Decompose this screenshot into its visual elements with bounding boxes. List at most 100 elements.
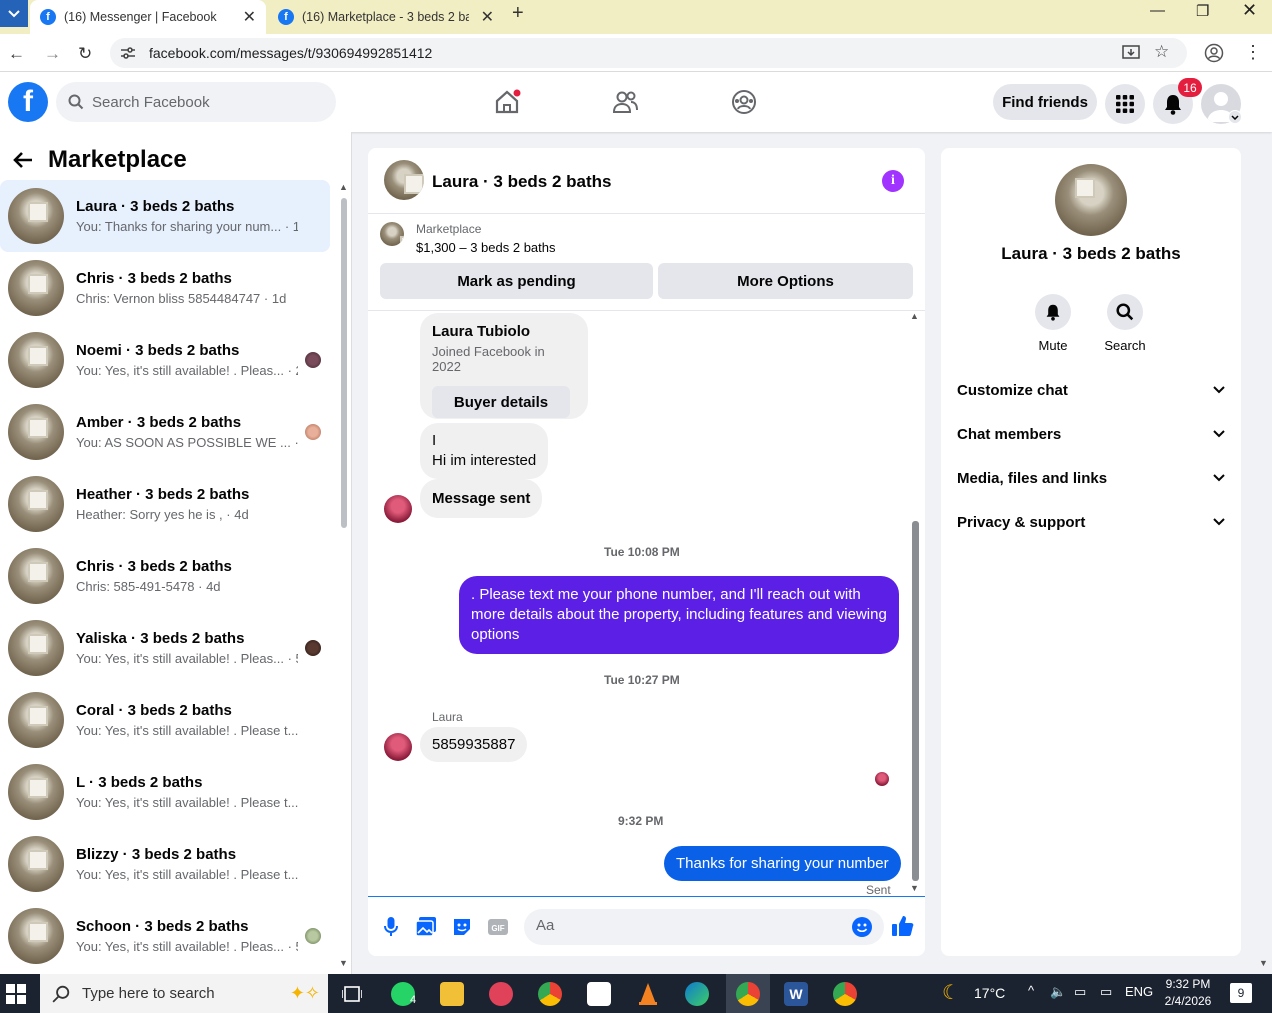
install-app-icon[interactable] <box>1122 45 1140 61</box>
forward-arrow-icon[interactable]: → <box>44 44 61 64</box>
find-friends-button[interactable]: Find friends <box>993 84 1097 120</box>
chat-avatar[interactable] <box>384 160 424 200</box>
camera-icon[interactable]: ▭ <box>1074 984 1086 1000</box>
photo-icon[interactable] <box>416 917 436 937</box>
scrollbar[interactable] <box>341 198 347 528</box>
vlc-icon[interactable] <box>636 982 660 1006</box>
privacy-support-row[interactable]: Privacy & support <box>957 504 1225 540</box>
listing-price-title[interactable]: $1,300 – 3 beds 2 baths <box>416 240 556 255</box>
chat-title[interactable]: Laura · 3 beds 2 baths <box>432 172 612 192</box>
back-arrow-icon[interactable] <box>12 151 34 169</box>
more-options-button[interactable]: More Options <box>658 263 913 299</box>
conversation-item[interactable]: L · 3 beds 2 baths You: Yes, it's still a… <box>0 756 330 828</box>
conversation-item[interactable]: Laura · 3 beds 2 baths You: Thanks for sh… <box>0 180 330 252</box>
groups-icon[interactable] <box>730 88 758 116</box>
mute-button[interactable]: Mute <box>1023 294 1083 353</box>
close-icon[interactable]: ✕ <box>481 7 494 27</box>
menu-dots-icon[interactable]: ⋮ <box>1244 42 1262 63</box>
tab-messenger[interactable]: f (16) Messenger | Facebook ✕ <box>30 0 266 34</box>
scroll-up-icon[interactable]: ▲ <box>339 182 348 192</box>
mark-as-pending-button[interactable]: Mark as pending <box>380 263 653 299</box>
scrollbar[interactable] <box>912 521 919 881</box>
customize-chat-row[interactable]: Customize chat <box>957 372 1225 408</box>
clock[interactable]: 9:32 PM 2/4/2026 <box>1160 976 1216 1010</box>
chat-details-panel: Laura · 3 beds 2 baths Mute Search Custo… <box>941 148 1241 956</box>
facebook-logo[interactable]: f <box>8 82 48 122</box>
chrome-icon[interactable] <box>736 982 760 1006</box>
sparkle-icon: ✦✧ <box>289 983 320 1003</box>
account-chevron-icon[interactable] <box>1228 110 1242 124</box>
edge-icon[interactable] <box>685 982 709 1006</box>
task-view-icon[interactable] <box>342 984 362 1004</box>
like-thumb-icon[interactable] <box>892 915 914 937</box>
network-icon[interactable]: ▭ <box>1100 984 1112 1000</box>
taskbar-search[interactable]: Type here to search ✦✧ <box>40 974 328 1013</box>
page-scroll-down-icon[interactable]: ▼ <box>1259 958 1268 968</box>
weather-moon-icon[interactable]: ☾ <box>942 980 960 1005</box>
temperature[interactable]: 17°C <box>974 985 1005 1001</box>
conversation-item[interactable]: Blizzy · 3 beds 2 baths You: Yes, it's st… <box>0 828 330 900</box>
listing-thumbnail <box>8 548 64 604</box>
capcut-icon[interactable] <box>587 982 611 1006</box>
language-indicator[interactable]: ENG <box>1125 984 1153 999</box>
conversation-item[interactable]: Noemi · 3 beds 2 baths You: Yes, it's sti… <box>0 324 330 396</box>
conversation-name: Chris · 3 beds 2 baths <box>76 558 232 575</box>
reload-icon[interactable]: ↻ <box>78 44 92 64</box>
url-field[interactable]: facebook.com/messages/t/930694992851412 … <box>110 38 1187 68</box>
chat-members-row[interactable]: Chat members <box>957 416 1225 452</box>
conversation-name: Schoon · 3 beds 2 baths <box>76 918 249 935</box>
sender-avatar[interactable] <box>384 733 412 761</box>
marketplace-label: Marketplace <box>416 222 482 236</box>
conversation-item[interactable]: Yaliska · 3 beds 2 baths You: Yes, it's s… <box>0 612 330 684</box>
conversation-item[interactable]: Schoon · 3 beds 2 baths You: Yes, it's st… <box>0 900 330 972</box>
tab-marketplace[interactable]: f (16) Marketplace - 3 beds 2 bat ✕ <box>268 0 504 34</box>
scroll-down-icon[interactable]: ▼ <box>339 958 348 968</box>
bookmark-star-icon[interactable]: ☆ <box>1154 42 1169 62</box>
volume-icon[interactable]: 🔈 <box>1050 984 1066 1000</box>
conversation-item[interactable]: Chris · 3 beds 2 baths Chris: 585-491-547… <box>0 540 330 612</box>
tray-chevron-icon[interactable]: ^ <box>1028 983 1034 998</box>
restore-icon[interactable]: ❐ <box>1196 2 1209 22</box>
tab-search-button[interactable] <box>0 0 28 27</box>
sender-avatar[interactable] <box>384 495 412 523</box>
scroll-down-icon[interactable]: ▼ <box>910 883 919 893</box>
back-arrow-icon[interactable]: ← <box>8 44 25 64</box>
close-window-icon[interactable]: ✕ <box>1242 0 1257 20</box>
mute-label: Mute <box>1038 338 1068 353</box>
conversation-item[interactable]: Heather · 3 beds 2 baths Heather: Sorry y… <box>0 468 330 540</box>
home-icon[interactable] <box>493 88 521 116</box>
close-icon[interactable]: ✕ <box>243 7 256 27</box>
microphone-icon[interactable] <box>384 917 398 937</box>
conversation-item[interactable]: Amber · 3 beds 2 baths You: AS SOON AS PO… <box>0 396 330 468</box>
minimize-icon[interactable]: — <box>1150 2 1165 22</box>
chrome-icon[interactable] <box>833 982 857 1006</box>
facebook-search[interactable]: Search Facebook <box>56 82 336 122</box>
app-icon[interactable] <box>489 982 513 1006</box>
conversation-item[interactable]: Chris · 3 beds 2 baths Chris: Vernon blis… <box>0 252 330 324</box>
sticker-icon[interactable] <box>452 917 472 937</box>
buyer-details-button[interactable]: Buyer details <box>432 386 570 418</box>
chrome-icon[interactable] <box>538 982 562 1006</box>
site-info-icon[interactable] <box>120 46 136 60</box>
profile-avatar[interactable] <box>1055 164 1127 236</box>
media-files-links-row[interactable]: Media, files and links <box>957 460 1225 496</box>
emoji-icon[interactable] <box>852 917 872 937</box>
taskbar-search-placeholder: Type here to search <box>82 985 215 1002</box>
conversation-list-panel: Marketplace Laura · 3 beds 2 baths You: T… <box>0 132 352 974</box>
friends-icon[interactable] <box>611 88 639 116</box>
menu-grid-button[interactable] <box>1105 84 1145 124</box>
file-explorer-icon[interactable] <box>440 982 464 1006</box>
profile-icon[interactable] <box>1204 43 1224 63</box>
word-icon[interactable]: W <box>784 982 808 1006</box>
incoming-message: Message sent <box>420 479 543 518</box>
conversation-snippet: You: Yes, it's still available! . Please… <box>76 795 298 810</box>
scroll-up-icon[interactable]: ▲ <box>910 311 919 321</box>
gif-icon[interactable]: GIF <box>488 917 508 937</box>
conversation-item[interactable]: Coral · 3 beds 2 baths You: Yes, it's sti… <box>0 684 330 756</box>
new-tab-icon[interactable]: + <box>512 2 524 25</box>
search-in-chat-button[interactable]: Search <box>1095 294 1155 353</box>
windows-start-icon[interactable] <box>6 984 26 1004</box>
info-icon[interactable]: i <box>882 170 904 192</box>
notification-center-button[interactable]: 9 <box>1230 983 1252 1003</box>
message-input[interactable] <box>536 917 836 934</box>
